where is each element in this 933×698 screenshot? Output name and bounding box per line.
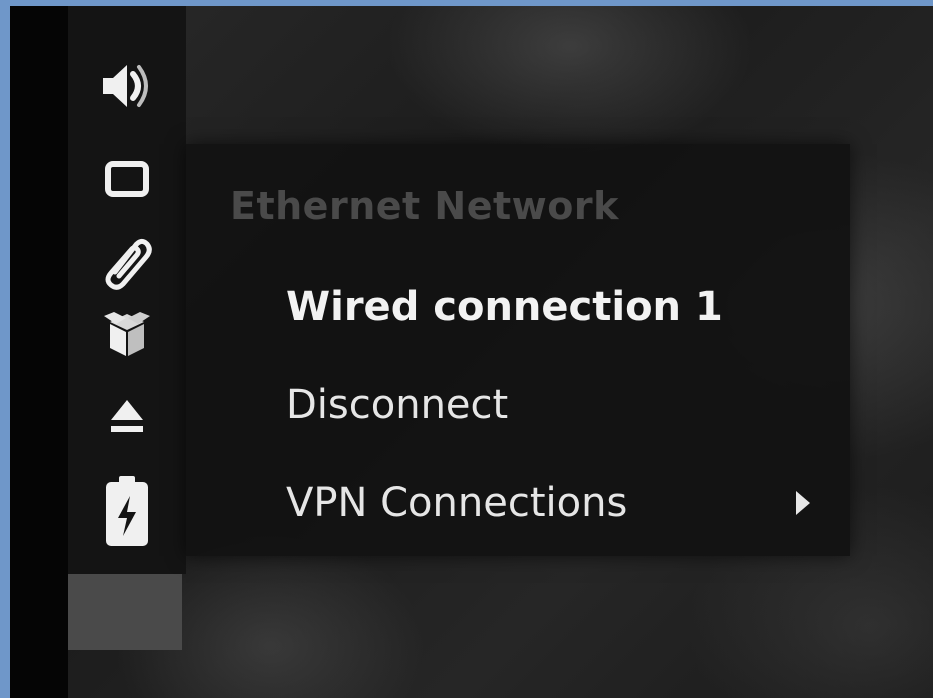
menu-item-label: Wired connection 1 [286,284,723,330]
menu-item-wired-connection-1[interactable]: Wired connection 1 [286,272,806,342]
menu-item-vpn-connections[interactable]: VPN Connections [286,468,806,538]
menu-item-label: VPN Connections [286,480,628,526]
desktop: Ethernet Network Wired connection 1 Disc… [10,6,933,698]
menu-item-disconnect[interactable]: Disconnect [286,370,806,440]
paperclip-icon[interactable] [68,232,186,290]
volume-icon[interactable] [68,58,186,114]
left-edge [10,6,68,698]
network-display-icon[interactable] [68,160,186,200]
network-menu: Ethernet Network Wired connection 1 Disc… [186,144,850,556]
battery-charging-icon[interactable] [68,474,186,550]
menu-header: Ethernet Network [230,184,619,228]
system-tray [68,6,186,574]
eject-icon[interactable] [68,396,186,436]
package-icon[interactable] [68,308,186,360]
submenu-arrow-icon [796,491,810,515]
menu-item-label: Disconnect [286,382,509,428]
tray-selected-tile[interactable] [68,574,182,650]
